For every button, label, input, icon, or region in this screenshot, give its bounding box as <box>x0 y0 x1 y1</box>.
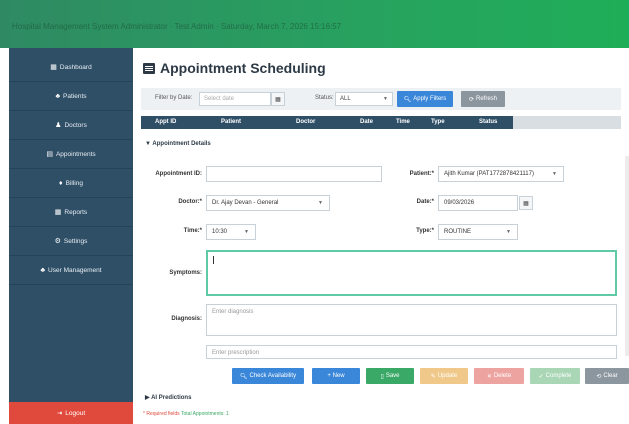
trash-icon: ✕ <box>486 373 492 380</box>
chart-icon: ▦ <box>54 209 62 216</box>
users-icon: ♣ <box>55 92 61 100</box>
complete-button[interactable]: ✓ Complete <box>530 368 580 384</box>
sidebar-item-user-management[interactable]: ♣ User Management <box>9 256 133 285</box>
col-type: Type <box>431 119 445 125</box>
sidebar-item-settings[interactable]: ⚙ Settings <box>9 227 133 256</box>
col-time: Time <box>396 119 410 125</box>
sidebar-item-label: Doctors <box>64 121 87 129</box>
chevron-down-icon: ▼ <box>318 200 323 206</box>
ai-predictions-toggle[interactable]: ▶ AI Predictions <box>145 394 191 401</box>
diagnosis-textarea[interactable]: Enter diagnosis <box>206 304 617 336</box>
col-appt-id: Appt ID <box>155 119 177 125</box>
calendar-icon <box>143 62 155 74</box>
doctor-icon: ♟ <box>55 122 62 129</box>
main-content: Appointment Scheduling Filter by Date: S… <box>133 48 629 424</box>
col-doctor: Doctor <box>296 119 316 125</box>
check-availability-button[interactable]: 🔍︎ Check Availability <box>232 368 304 384</box>
filter-status-label: Status: <box>315 95 334 101</box>
chevron-down-icon: ▼ <box>145 141 151 147</box>
filter-bar: Filter by Date: Select date ▦ Status: AL… <box>141 88 621 110</box>
diagnosis-label: Diagnosis: <box>171 316 202 322</box>
top-header: Hospital Management System Administrator… <box>0 0 629 48</box>
chevron-down-icon: ▼ <box>244 229 249 235</box>
patient-select[interactable]: Ajith Kumar (PAT1772878421117) ▼ <box>438 166 564 182</box>
col-date: Date <box>360 119 374 125</box>
col-status: Status <box>479 119 498 125</box>
sidebar-item-reports[interactable]: ▦ Reports <box>9 198 133 227</box>
sidebar-item-label: Patients <box>63 92 87 100</box>
calendar-icon[interactable]: ▦ <box>271 92 285 106</box>
doctor-label: Doctor:* <box>178 199 202 205</box>
time-select[interactable]: 10:30 ▼ <box>206 224 256 240</box>
apply-filters-button[interactable]: 🔍︎ Apply Filters <box>397 91 453 107</box>
search-icon: 🔍︎ <box>239 373 248 380</box>
required-note: * Required fields <box>143 411 180 417</box>
check-icon: ✓ <box>538 373 544 380</box>
sidebar-item-label: Settings <box>63 237 88 245</box>
chevron-down-icon: ▼ <box>506 229 511 235</box>
save-button[interactable]: ▯ Save <box>366 368 414 384</box>
users-icon: ♣ <box>40 266 46 274</box>
appointments-table-header: Appt ID Patient Doctor Date Time Type St… <box>141 116 513 129</box>
sidebar-item-appointments[interactable]: ▤ Appointments <box>9 140 133 169</box>
gear-icon: ⚙ <box>54 238 61 245</box>
sidebar-item-patients[interactable]: ♣ Patients <box>9 82 133 111</box>
page-title: Appointment Scheduling <box>143 60 326 76</box>
sidebar-item-label: User Management <box>48 266 102 274</box>
date-field[interactable]: 09/03/2026 <box>438 195 518 211</box>
sidebar-item-label: Dashboard <box>59 63 92 71</box>
symptoms-textarea[interactable] <box>206 250 617 296</box>
sidebar-item-label: Appointments <box>55 150 96 158</box>
sidebar: ▦ Dashboard ♣ Patients ♟ Doctors ▤ Appoi… <box>9 48 133 424</box>
doctor-select[interactable]: Dr. Ajay Devan - General ▼ <box>206 195 330 211</box>
col-patient: Patient <box>221 119 242 125</box>
update-button[interactable]: ✎ Update <box>420 368 468 384</box>
prescription-textarea[interactable]: Enter prescription <box>206 345 617 359</box>
chart-icon: ▦ <box>50 64 57 71</box>
calendar-icon[interactable]: ▦ <box>519 196 533 210</box>
total-appointments: Total Appointments: 1 <box>181 411 229 417</box>
header-title: Hospital Management System Administrator… <box>12 22 342 31</box>
text-cursor <box>213 256 214 264</box>
sidebar-item-billing[interactable]: ♦ Billing <box>9 169 133 198</box>
type-select[interactable]: ROUTINE ▼ <box>438 224 518 240</box>
clear-button[interactable]: ⟲ Clear <box>585 368 629 384</box>
patient-label: Patient:* <box>409 171 434 177</box>
sidebar-item-dashboard[interactable]: ▦ Dashboard <box>9 53 133 82</box>
logout-button[interactable]: ⇥ Logout <box>9 402 133 424</box>
filter-date-label: Filter by Date: <box>155 95 193 101</box>
table-header-filler <box>513 116 621 129</box>
calendar-icon: ▤ <box>46 151 53 158</box>
edit-icon: ✎ <box>430 373 436 380</box>
type-label: Type:* <box>416 228 434 234</box>
date-label: Date:* <box>416 199 434 205</box>
time-label: Time:* <box>183 228 202 234</box>
clear-icon: ⟲ <box>596 373 602 380</box>
symptoms-label: Symptoms: <box>169 270 202 276</box>
chevron-down-icon: ▼ <box>552 171 557 177</box>
search-icon: 🔍︎ <box>403 96 412 103</box>
refresh-icon: ⟳ <box>468 96 474 103</box>
appointment-id-field[interactable] <box>206 166 382 182</box>
chevron-right-icon: ▶ <box>145 395 150 401</box>
chevron-down-icon: ▼ <box>383 96 388 102</box>
delete-button[interactable]: ✕ Delete <box>474 368 524 384</box>
appointment-id-label: Appointment ID: <box>155 171 202 177</box>
sidebar-item-doctors[interactable]: ♟ Doctors <box>9 111 133 140</box>
sidebar-item-label: Billing <box>65 179 83 187</box>
money-icon: ♦ <box>59 179 63 187</box>
appointment-details-header[interactable]: ▼ Appointment Details <box>145 141 211 147</box>
filter-date-input[interactable]: Select date <box>199 92 271 106</box>
save-icon: ▯ <box>380 373 384 380</box>
logout-icon: ⇥ <box>56 410 63 417</box>
status-select[interactable]: ALL ▼ <box>335 92 393 106</box>
new-button[interactable]: + New <box>312 368 360 384</box>
sidebar-item-label: Reports <box>64 208 88 216</box>
refresh-button[interactable]: ⟳ Refresh <box>461 91 505 107</box>
status-footer: * Required fields Total Appointments: 1 <box>143 411 229 417</box>
form-scrollbar[interactable] <box>625 156 629 356</box>
